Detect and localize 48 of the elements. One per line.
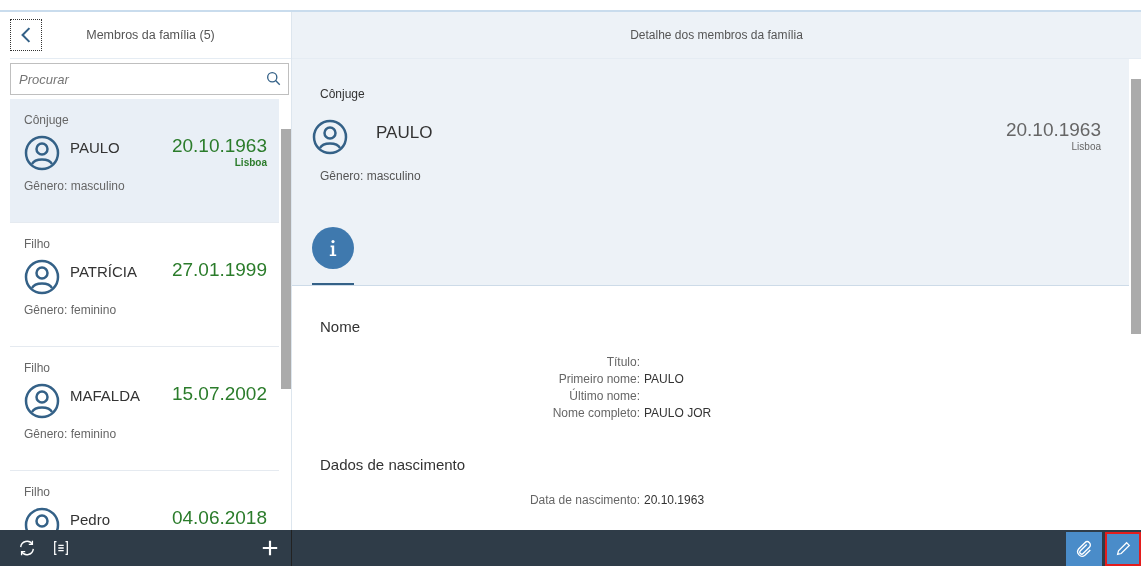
person-icon [312, 119, 348, 155]
search-field[interactable]: Procurar [10, 63, 289, 95]
relation-label: Filho [24, 361, 51, 375]
family-member-item[interactable]: Cônjuge PAULO 20.10.1963 Lisboa Gênero: masculino [10, 99, 279, 223]
search-icon[interactable] [266, 71, 281, 86]
paperclip-icon [1075, 540, 1093, 558]
field-value: PAULO JOR [644, 405, 713, 422]
person-icon [24, 259, 60, 295]
member-name: PAULO [376, 122, 434, 143]
field-label: Título: [605, 354, 640, 371]
section-title: Nome [320, 318, 360, 335]
field-value: PAULO [644, 371, 685, 388]
field-value: 20.10.1963 [644, 492, 706, 509]
gender-label: Gênero: feminino [24, 427, 118, 441]
edit-button[interactable] [1105, 532, 1141, 566]
person-icon [24, 383, 60, 419]
birth-place: Lisboa [234, 157, 267, 168]
field-label: Último nome: [568, 388, 640, 405]
person-icon [24, 135, 60, 171]
attachment-button[interactable] [1066, 532, 1102, 566]
info-tab[interactable] [312, 227, 354, 285]
relation-label: Filho [24, 237, 51, 251]
member-name: MAFALDA [70, 386, 142, 404]
panel-title: Membros da família (5) [85, 28, 216, 42]
field-label: Primeiro nome: [557, 371, 640, 388]
relation-label: Cônjuge [24, 113, 70, 127]
gender-label: Gênero: masculino [320, 169, 422, 183]
gender-label: Gênero: feminino [24, 303, 118, 317]
member-name: PATRÍCIA [70, 262, 138, 280]
birth-date: 20.10.1963 [171, 135, 267, 157]
birth-date: 15.07.2002 [171, 383, 267, 405]
birth-place: Lisboa [1071, 141, 1101, 152]
chevron-left-icon [20, 26, 32, 44]
member-name: Pedro [70, 510, 112, 528]
back-button[interactable] [10, 19, 42, 51]
relation-label: Cônjuge [320, 87, 366, 101]
pencil-icon [1114, 540, 1132, 558]
birth-date: 04.06.2018 [171, 507, 267, 529]
section-title: Dados de nascimento [320, 456, 466, 473]
birth-date: 20.10.1963 [1005, 119, 1101, 141]
relation-label: Filho [24, 485, 51, 499]
field-label: Data de nascimento: [528, 492, 640, 509]
birth-date: 27.01.1999 [171, 259, 267, 281]
field-label: Nome completo: [551, 405, 640, 422]
page-title: Detalhe dos membros da família [630, 28, 803, 42]
gender-label: Gênero: masculino [24, 179, 126, 193]
member-name: PAULO [70, 138, 121, 156]
info-icon [329, 239, 337, 257]
